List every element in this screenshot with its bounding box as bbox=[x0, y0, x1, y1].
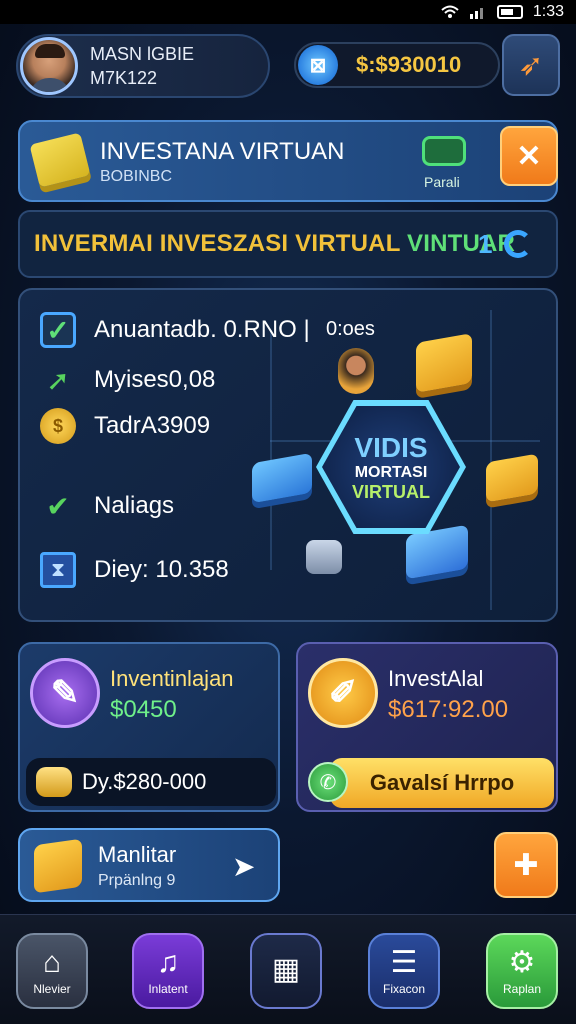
money-stack-icon bbox=[29, 132, 91, 188]
avatar[interactable] bbox=[20, 37, 78, 95]
stat-side-label: 0:oes bbox=[326, 318, 375, 340]
cross-arrows-icon: ✕ bbox=[516, 139, 542, 173]
section-count: 1 bbox=[478, 228, 493, 259]
home-icon: ⌂ bbox=[42, 946, 62, 979]
gold-box-icon bbox=[34, 838, 82, 894]
nav-settings[interactable]: ⚙ Raplan bbox=[486, 933, 558, 1009]
coin-icon bbox=[36, 767, 72, 797]
stat-row: ✓ Anuantadb. 0.RNO | bbox=[40, 312, 310, 348]
card-title: Inventinlajan bbox=[110, 666, 234, 691]
nav-label: Fixacon bbox=[382, 982, 426, 996]
circuit-line bbox=[270, 330, 272, 570]
rocket-icon: ➶ bbox=[518, 48, 544, 82]
coin-stack-icon bbox=[306, 540, 342, 574]
battery-icon bbox=[496, 5, 523, 19]
stat-row: ⧗ Diey: 10.358 bbox=[40, 552, 229, 588]
checkbox-icon[interactable]: ✓ bbox=[40, 312, 76, 348]
calculator-icon: ▦ bbox=[271, 953, 301, 986]
screen-icon[interactable] bbox=[422, 136, 466, 166]
invest-banner[interactable]: INVESTANA VIRTUAN BOBINBC Parali ✕ bbox=[18, 120, 558, 202]
puzzle-button[interactable]: ✚ bbox=[494, 832, 558, 898]
phone-icon: ✆ bbox=[308, 762, 348, 802]
circuit-line bbox=[490, 310, 492, 610]
stat-text: Diey: 10.358 bbox=[94, 556, 229, 583]
gear-icon: ⚙ bbox=[508, 946, 536, 979]
balance-pill[interactable]: ⊠ $:$930010 bbox=[294, 42, 500, 88]
section-title-bar: INVERMAI INVESZASI VIRTUAL VINTUAR 1 bbox=[18, 210, 558, 278]
rocket-button[interactable]: ➶ bbox=[502, 34, 560, 96]
banner-action-label[interactable]: Parali bbox=[424, 174, 460, 190]
nav-home[interactable]: ⌂ Nlevier bbox=[16, 933, 88, 1009]
trend-arrow-icon: ➚ bbox=[46, 364, 70, 396]
stat-text: TadrA3909 bbox=[94, 412, 211, 439]
section-title-main: INVERMAI INVESZASI VIRTUAL bbox=[34, 230, 407, 257]
wrench-icon: ✎ bbox=[30, 658, 100, 728]
card-value: $0450 bbox=[110, 696, 177, 723]
hourglass-icon: ⧗ bbox=[40, 552, 76, 588]
nav-document[interactable]: ☰ Fixacon bbox=[368, 933, 440, 1009]
nav-label: Nlevier bbox=[33, 982, 71, 996]
card-title: InvestAlal bbox=[388, 666, 484, 691]
card-footer-bar: Dy.$280-000 bbox=[26, 758, 276, 806]
stat-row: $ TadrA3909 bbox=[40, 408, 210, 444]
document-icon: ☰ bbox=[390, 946, 418, 979]
hex-badge-line2: MORTASI bbox=[354, 463, 428, 481]
gold-action-button[interactable]: Gavalsí Hrrpo bbox=[330, 758, 554, 808]
header: MASN lGBIE M7K122 ⊠ $:$930010 ➶ bbox=[16, 34, 560, 98]
stat-row: ➚ Myises0,08 bbox=[40, 362, 215, 398]
stat-text: Anuantadb. 0.RNO | bbox=[94, 316, 310, 343]
investment-card-left[interactable]: ✎ Inventinlajan $0450 Dy.$280-000 bbox=[18, 642, 280, 812]
monitor-card[interactable]: Manlitar Prpänlng 9 ➤ bbox=[18, 828, 280, 902]
puzzle-icon: ✚ bbox=[513, 848, 539, 882]
checkmark-icon: ✔ bbox=[46, 490, 70, 522]
monitor-subtitle: Prpänlng 9 bbox=[98, 872, 176, 889]
close-banner-button[interactable]: ✕ bbox=[500, 126, 558, 186]
section-title: INVERMAI INVESZASI VIRTUAL VINTUAR bbox=[34, 230, 515, 258]
nav-label: Inlatent bbox=[148, 982, 188, 996]
stats-panel: ✓ Anuantadb. 0.RNO | 0:oes ➚ Myises0,08 … bbox=[18, 288, 558, 622]
hex-badge-line3: VIRTUAL bbox=[352, 481, 430, 502]
coin-icon: $ bbox=[40, 408, 76, 444]
banner-title: INVESTANA VIRTUAN bbox=[100, 138, 345, 165]
send-arrow-icon[interactable]: ➤ bbox=[232, 850, 255, 883]
wallet-icon: ⊠ bbox=[298, 45, 338, 85]
profile-id: M7K122 bbox=[90, 68, 158, 88]
stat-text: Naliags bbox=[94, 492, 175, 519]
status-bar: 1:33 bbox=[0, 0, 576, 24]
gold-cube-icon bbox=[416, 333, 472, 393]
status-time: 1:33 bbox=[532, 3, 564, 20]
banner-subtitle: BOBINBC bbox=[100, 168, 173, 185]
stat-row: ✔ Naliags bbox=[40, 488, 174, 524]
profile-text: MASN lGBIE M7K122 bbox=[90, 42, 194, 90]
refresh-icon[interactable] bbox=[504, 230, 532, 258]
nav-calculator[interactable]: ▦ bbox=[250, 933, 322, 1009]
monitor-title: Manlitar bbox=[98, 842, 177, 867]
bottom-nav: ⌂ Nlevier ♫ Inlatent ▦ ☰ Fixacon ⚙ Rapla… bbox=[0, 914, 576, 1024]
nav-music[interactable]: ♫ Inlatent bbox=[132, 933, 204, 1009]
hex-badge-line1: VIDIS bbox=[354, 431, 428, 463]
section-title-accent: VINTUAR bbox=[407, 230, 516, 257]
investor-avatar-icon bbox=[338, 348, 374, 394]
card-footer-text: Dy.$280-000 bbox=[82, 769, 207, 794]
wifi-icon bbox=[441, 5, 459, 19]
blue-cube-icon bbox=[252, 452, 312, 504]
signal-icon bbox=[469, 5, 487, 19]
profile-card[interactable]: MASN lGBIE M7K122 bbox=[16, 34, 270, 98]
card-value: $617:92.00 bbox=[388, 696, 509, 723]
music-note-icon: ♫ bbox=[156, 946, 180, 979]
nav-label: Raplan bbox=[502, 982, 542, 996]
investment-card-right[interactable]: ✐ InvestAlal $617:92.00 ✆ Gavalsí Hrrpo bbox=[296, 642, 558, 812]
balance-value: $:$930010 bbox=[356, 52, 462, 77]
brush-icon: ✐ bbox=[308, 658, 378, 728]
stat-text: Myises0,08 bbox=[94, 366, 216, 393]
profile-name: MASN lGBIE bbox=[90, 44, 195, 64]
gold-cube-icon bbox=[486, 453, 538, 503]
